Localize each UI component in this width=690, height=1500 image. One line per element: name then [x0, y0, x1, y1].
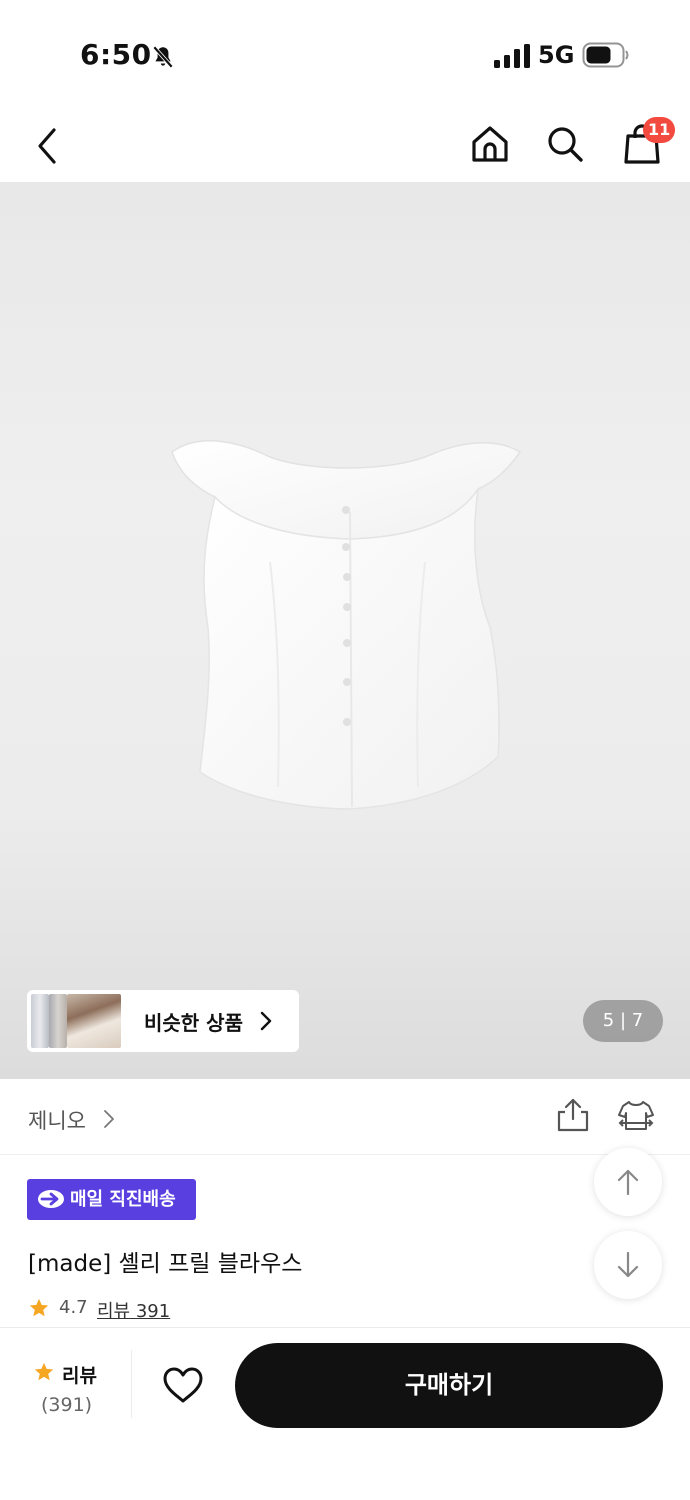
battery-icon — [582, 42, 629, 68]
brand-row: 제니오 — [0, 1079, 690, 1155]
back-icon[interactable] — [24, 122, 72, 170]
product-title: [made] 셸리 프릴 블라우스 — [28, 1251, 303, 1277]
chevron-right-icon — [260, 1011, 272, 1031]
arrow-up-icon — [617, 1169, 639, 1196]
status-time: 6:50 — [80, 38, 152, 71]
review-count-link[interactable]: 리뷰 391 — [97, 1297, 170, 1323]
similar-product-thumbnail — [31, 994, 49, 1048]
network-type: 5G — [538, 41, 575, 69]
image-page-indicator: 5 | 7 — [583, 1000, 663, 1042]
delivery-arrow-icon — [38, 1190, 64, 1208]
product-photo — [171, 440, 522, 810]
bottom-action-bar: 리뷰 (391) 구매하기 — [0, 1327, 690, 1500]
product-image-gallery[interactable]: 비슷한 상품 5 | 7 — [0, 182, 690, 1079]
scroll-to-top-button[interactable] — [594, 1148, 662, 1216]
rating-value: 4.7 — [59, 1297, 88, 1318]
buy-button[interactable]: 구매하기 — [235, 1343, 663, 1428]
search-icon[interactable] — [541, 120, 589, 168]
home-icon[interactable] — [466, 120, 514, 168]
heart-icon[interactable] — [162, 1366, 204, 1404]
nav-bar — [0, 110, 690, 182]
signal-icon — [494, 44, 530, 68]
similar-product-thumbnail — [67, 994, 121, 1048]
cart-count-badge: 11 — [643, 117, 676, 143]
size-fit-icon[interactable] — [617, 1099, 655, 1133]
similar-product-thumbnail — [49, 994, 67, 1048]
brand-name-link[interactable]: 제니오 — [28, 1105, 86, 1135]
star-icon — [29, 1298, 49, 1317]
similar-products-label: 비슷한 상품 — [144, 1011, 243, 1035]
review-label: 리뷰 — [62, 1365, 97, 1387]
bell-off-icon — [152, 45, 174, 69]
chevron-right-icon — [104, 1110, 114, 1128]
arrow-down-icon — [617, 1251, 639, 1278]
status-bar: 6:50 5G — [0, 0, 690, 110]
similar-products-button[interactable]: 비슷한 상품 — [27, 990, 299, 1052]
divider — [131, 1350, 132, 1418]
star-icon — [34, 1362, 54, 1381]
review-summary-button[interactable]: 리뷰 (391) — [27, 1358, 107, 1422]
share-icon[interactable] — [555, 1097, 591, 1133]
scroll-to-bottom-button[interactable] — [594, 1231, 662, 1299]
review-count: (391) — [41, 1394, 93, 1416]
